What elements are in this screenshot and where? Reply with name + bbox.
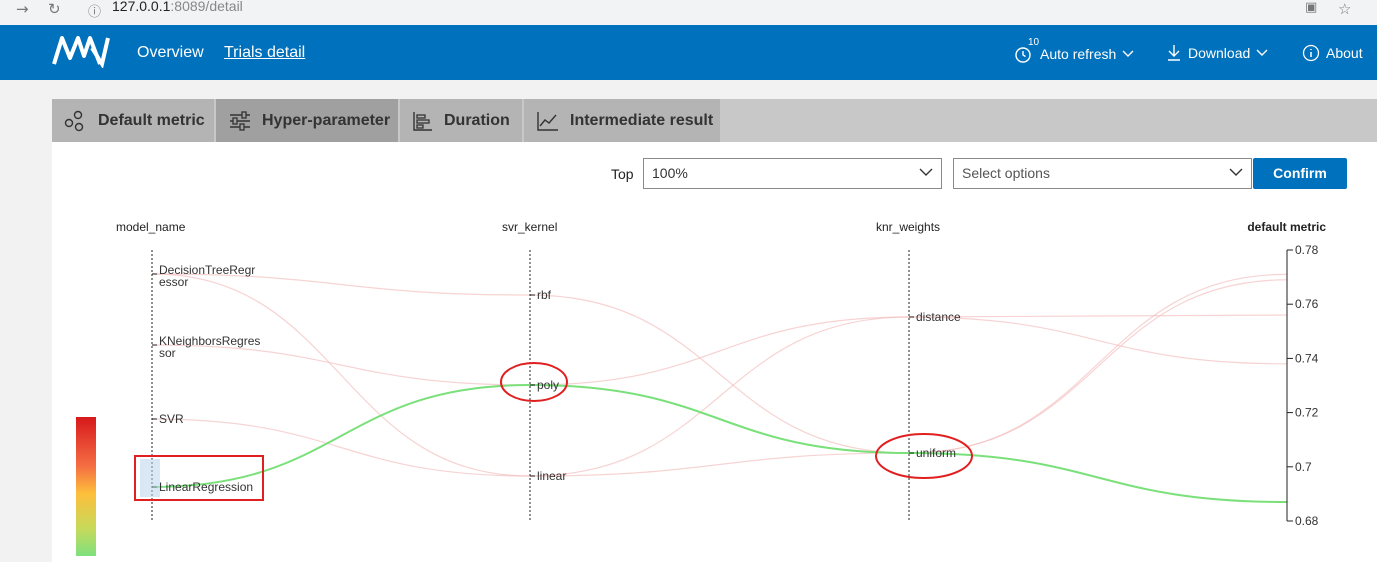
axis-category-label: DecisionTreeRegr essor (159, 263, 255, 289)
axis-title: svr_kernel (502, 220, 557, 234)
axis-tick-label: 0.74 (1295, 351, 1319, 365)
axis-tick-label: 0.76 (1295, 297, 1319, 311)
axis-category-label: rbf (537, 288, 552, 302)
trial-line-highlighted (151, 383, 1288, 504)
color-scale-bar (76, 417, 96, 556)
axis-category-label: linear (537, 469, 566, 483)
axis-category-label: SVR (159, 412, 184, 426)
axis-title: default metric (1247, 220, 1326, 234)
brush-selection[interactable] (140, 459, 160, 497)
axis-title: model_name (116, 220, 186, 234)
axis-title: knr_weights (876, 220, 940, 234)
axis-category-label: LinearRegression (159, 480, 253, 494)
axis-tick-label: 0.78 (1295, 243, 1319, 257)
trial-line (151, 273, 1288, 454)
axis-category-label: uniform (916, 446, 956, 460)
axis-category-label: distance (916, 310, 961, 324)
axis-tick-label: 0.7 (1295, 460, 1312, 474)
axis-tick-label: 0.72 (1295, 406, 1319, 420)
axis-category-label: KNeighborsRegres sor (159, 334, 260, 360)
trial-line (151, 316, 1288, 386)
axis-tick-label: 0.68 (1295, 514, 1319, 528)
axis-category-label: poly (537, 378, 559, 392)
parallel-coordinates-chart: model_name DecisionTreeRegr essor KNeighbor… (76, 220, 1326, 556)
